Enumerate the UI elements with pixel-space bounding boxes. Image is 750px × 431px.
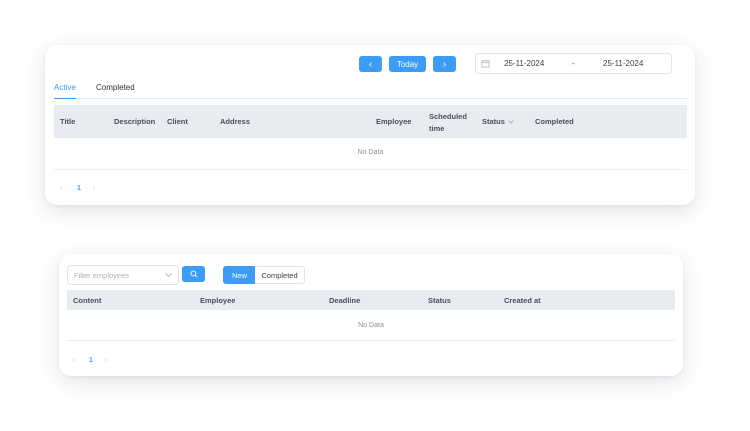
column-scheduled-time: Scheduled time: [429, 112, 467, 133]
today-button[interactable]: Today: [389, 56, 426, 72]
sort-chevron-icon: [508, 120, 514, 124]
pagination: ‹ 1 ›: [73, 357, 133, 369]
segment-new[interactable]: New: [223, 266, 256, 284]
column-description: Description: [114, 117, 156, 126]
segment-new-label: New: [231, 270, 247, 280]
employee-filter-select[interactable]: Filter employees: [67, 265, 179, 285]
segment-completed-label: Completed: [261, 270, 298, 280]
employee-filter-placeholder: Filter employees: [74, 271, 130, 280]
column-client: Client: [167, 117, 188, 126]
search-button[interactable]: [182, 266, 205, 282]
next-page-icon[interactable]: ›: [105, 357, 107, 364]
column-completed: Completed: [535, 117, 574, 126]
chevron-right-icon: ›: [442, 58, 447, 70]
empty-state: No Data: [357, 149, 384, 156]
column-title: Title: [60, 117, 76, 126]
table-bottom-divider: [54, 169, 687, 170]
table-header: Title Description Client Address Employe…: [54, 105, 687, 138]
chevron-left-icon: ‹: [368, 58, 373, 70]
table-bottom-divider: [67, 340, 675, 341]
column-status[interactable]: Status: [482, 117, 514, 126]
chevron-down-icon: [165, 273, 172, 278]
tab-completed[interactable]: Completed: [96, 83, 135, 92]
page-1[interactable]: 1: [77, 185, 81, 192]
notes-panel: Filter employees New Completed Content E…: [59, 254, 683, 376]
today-label: Today: [396, 59, 419, 69]
date-separator: -: [572, 59, 575, 68]
date-start[interactable]: 25-11-2024: [504, 59, 544, 68]
date-end[interactable]: 25-11-2024: [603, 59, 643, 68]
column-address: Address: [220, 117, 251, 126]
next-day-button[interactable]: ›: [433, 56, 456, 72]
date-range-picker[interactable]: 25-11-2024 - 25-11-2024: [475, 53, 672, 74]
calendar-icon: [481, 59, 490, 68]
search-icon: [190, 270, 198, 278]
column-employee: Employee: [376, 117, 412, 126]
next-page-icon[interactable]: ›: [93, 185, 95, 192]
column-content: Content: [73, 296, 102, 305]
column-deadline: Deadline: [329, 296, 361, 305]
column-status: Status: [428, 296, 451, 305]
empty-state: No Data: [358, 322, 384, 329]
column-status-label: Status: [482, 117, 505, 126]
tab-active[interactable]: Active: [54, 83, 76, 99]
table-header: Content Employee Deadline Status Created…: [67, 290, 675, 310]
pagination: ‹ 1 ›: [60, 185, 120, 197]
segment-completed[interactable]: Completed: [255, 266, 305, 284]
prev-page-icon[interactable]: ‹: [73, 357, 75, 364]
prev-day-button[interactable]: ‹: [359, 56, 382, 72]
prev-page-icon[interactable]: ‹: [60, 185, 62, 192]
page-1[interactable]: 1: [89, 357, 93, 364]
column-created-at: Created at: [504, 296, 541, 305]
status-tabs: Active Completed: [54, 81, 687, 99]
column-employee: Employee: [200, 296, 236, 305]
tasks-panel: ‹ Today › 25-11-2024 - 25-11-2024 Active…: [45, 45, 695, 205]
